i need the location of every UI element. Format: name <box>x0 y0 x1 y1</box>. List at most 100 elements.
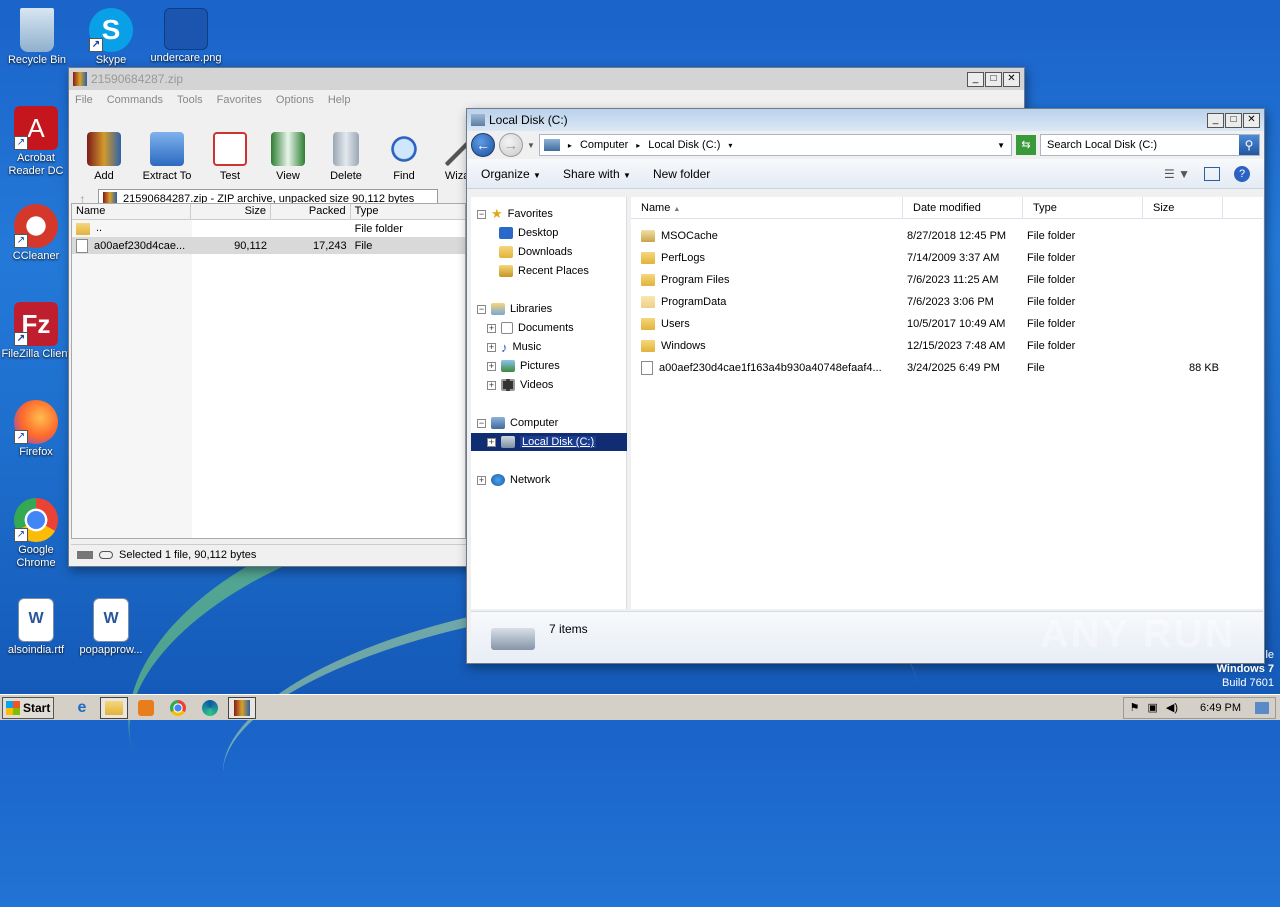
extract-to-button[interactable]: Extract To <box>139 132 195 186</box>
find-button[interactable]: Find <box>381 132 427 186</box>
close-button[interactable]: ✕ <box>1003 71 1020 87</box>
search-input[interactable]: Search Local Disk (C:) ⚲ <box>1040 134 1260 156</box>
back-button[interactable]: ← <box>471 133 495 157</box>
close-button[interactable]: ✕ <box>1243 112 1260 128</box>
file-row[interactable]: a00aef230d4cae1f163a4b930a40748efaaf4...… <box>631 357 1263 379</box>
organize-button[interactable]: Organize ▼ <box>481 167 541 181</box>
nav-favorites[interactable]: − ★ Favorites <box>477 205 553 223</box>
file-row[interactable]: Windows 12/15/2023 7:48 AM File folder <box>631 335 1263 357</box>
view-button[interactable]: View <box>265 132 311 186</box>
nav-music[interactable]: + ♪ Music <box>487 338 541 356</box>
breadcrumb-computer[interactable]: Computer <box>580 139 628 151</box>
desktop-icon-acrobat[interactable]: A ↗ Acrobat Reader DC <box>0 106 72 178</box>
file-row[interactable]: ProgramData 7/6/2023 3:06 PM File folder <box>631 291 1263 313</box>
view-options-icon[interactable]: ☰ ▼ <box>1164 167 1190 181</box>
file-row[interactable]: MSOCache 8/27/2018 12:45 PM File folder <box>631 225 1263 247</box>
list-item[interactable]: a00aef230d4cae... 90,112 17,243 File <box>72 237 465 254</box>
desktop-icon-recycle-bin[interactable]: Recycle Bin <box>1 8 73 67</box>
expand-icon[interactable]: + <box>477 475 486 485</box>
delete-button[interactable]: Delete <box>323 132 369 186</box>
collapse-icon[interactable]: − <box>477 304 486 314</box>
expand-icon[interactable]: + <box>487 361 496 371</box>
expand-icon[interactable]: + <box>487 437 496 447</box>
winrar-file-list[interactable]: Name Size Packed Type .. File folder a00… <box>71 203 466 539</box>
desktop-icon-filezilla[interactable]: Fz ↗ FileZilla Client <box>0 302 72 361</box>
taskbar-winrar[interactable] <box>228 696 256 719</box>
navigation-pane[interactable]: − ★ Favorites Desktop Downloads Recent Pla… <box>471 197 627 609</box>
col-type[interactable]: Type <box>351 204 465 219</box>
file-row[interactable]: PerfLogs 7/14/2009 3:37 AM File folder <box>631 247 1263 269</box>
desktop-icon-undercare[interactable]: undercare.png <box>150 8 222 65</box>
menu-favorites[interactable]: Favorites <box>217 94 262 106</box>
expand-icon[interactable]: + <box>487 380 496 390</box>
nav-libraries[interactable]: − Libraries <box>477 300 552 318</box>
menu-help[interactable]: Help <box>328 94 351 106</box>
clock[interactable]: 6:49 PM <box>1200 702 1241 714</box>
explorer-titlebar[interactable]: Local Disk (C:) _ □ ✕ <box>467 109 1264 131</box>
maximize-button[interactable]: □ <box>985 71 1002 87</box>
help-icon[interactable]: ? <box>1234 165 1250 182</box>
taskbar-chrome[interactable] <box>164 697 192 719</box>
col-packed[interactable]: Packed <box>271 204 351 219</box>
minimize-button[interactable]: _ <box>1207 112 1224 128</box>
file-list[interactable]: Name ▲ Date modified Type Size MSOCache … <box>631 196 1263 609</box>
nav-computer[interactable]: − Computer <box>477 414 558 432</box>
history-dropdown-icon[interactable]: ▼ <box>527 141 535 150</box>
minimize-button[interactable]: _ <box>967 71 984 87</box>
col-size[interactable]: Size <box>1143 196 1223 219</box>
action-center-flag-icon[interactable]: ⚑ <box>1130 701 1140 714</box>
desktop-icon-alsoindia[interactable]: W alsoindia.rtf <box>0 598 72 657</box>
new-folder-button[interactable]: New folder <box>653 167 710 181</box>
share-with-button[interactable]: Share with ▼ <box>563 167 631 181</box>
desktop-icon-skype[interactable]: S ↗ Skype <box>75 8 147 67</box>
col-type[interactable]: Type <box>1023 196 1143 219</box>
collapse-icon[interactable]: − <box>477 418 486 428</box>
winrar-titlebar[interactable]: 21590684287.zip _ □ ✕ <box>69 68 1024 90</box>
search-icon[interactable]: ⚲ <box>1239 135 1259 155</box>
nav-recent-places[interactable]: Recent Places <box>499 262 589 280</box>
start-button[interactable]: Start <box>2 696 54 719</box>
menu-commands[interactable]: Commands <box>107 94 163 106</box>
col-date-modified[interactable]: Date modified <box>903 196 1023 219</box>
menu-tools[interactable]: Tools <box>177 94 203 106</box>
expand-icon[interactable]: + <box>487 323 496 333</box>
maximize-button[interactable]: □ <box>1225 112 1242 128</box>
col-name[interactable]: Name ▲ <box>631 196 903 219</box>
explorer-window[interactable]: Local Disk (C:) _ □ ✕ ← → ▼ ▸ Computer ▸… <box>466 108 1265 664</box>
file-row[interactable]: Program Files 7/6/2023 11:25 AM File fol… <box>631 269 1263 291</box>
taskbar-media-player[interactable] <box>132 697 160 719</box>
test-button[interactable]: Test <box>207 132 253 186</box>
file-row[interactable]: Users 10/5/2017 10:49 AM File folder <box>631 313 1263 335</box>
nav-documents[interactable]: + Documents <box>487 319 574 337</box>
address-dropdown-icon[interactable]: ▼ <box>997 141 1005 150</box>
nav-videos[interactable]: + Videos <box>487 376 553 394</box>
expand-icon[interactable]: + <box>487 342 496 352</box>
nav-pictures[interactable]: + Pictures <box>487 357 560 375</box>
list-item[interactable]: .. File folder <box>72 220 465 237</box>
menu-options[interactable]: Options <box>276 94 314 106</box>
breadcrumb[interactable]: ▸ Computer ▸ Local Disk (C:) ▾ ▼ <box>538 134 1012 156</box>
desktop-icon-firefox[interactable]: ↗ Firefox <box>0 400 72 459</box>
forward-button[interactable]: → <box>499 133 523 157</box>
taskbar-ie[interactable]: e <box>68 697 96 719</box>
nav-downloads[interactable]: Downloads <box>499 243 572 261</box>
network-tray-icon[interactable]: ▣ <box>1148 701 1158 714</box>
col-name[interactable]: Name <box>72 204 192 219</box>
taskbar-edge[interactable] <box>196 697 224 719</box>
collapse-icon[interactable]: − <box>477 209 486 219</box>
desktop-icon-ccleaner[interactable]: ↗ CCleaner <box>0 204 72 263</box>
nav-local-disk[interactable]: + Local Disk (C:) <box>487 433 597 451</box>
volume-icon[interactable]: ◀) <box>1166 701 1178 714</box>
menu-file[interactable]: File <box>75 94 93 106</box>
preview-pane-icon[interactable] <box>1204 166 1220 181</box>
nav-desktop[interactable]: Desktop <box>499 224 558 242</box>
col-size[interactable]: Size <box>191 204 271 219</box>
add-button[interactable]: Add <box>81 132 127 186</box>
taskbar-explorer[interactable] <box>100 696 128 719</box>
show-desktop-icon[interactable] <box>1255 701 1269 714</box>
refresh-button[interactable]: ⇆ <box>1016 135 1036 155</box>
desktop-icon-popapprow[interactable]: W popapprow... <box>75 598 147 657</box>
desktop-icon-chrome[interactable]: ↗ Google Chrome <box>0 498 72 570</box>
nav-network[interactable]: + Network <box>477 471 550 489</box>
breadcrumb-local-disk[interactable]: Local Disk (C:) <box>648 139 720 151</box>
